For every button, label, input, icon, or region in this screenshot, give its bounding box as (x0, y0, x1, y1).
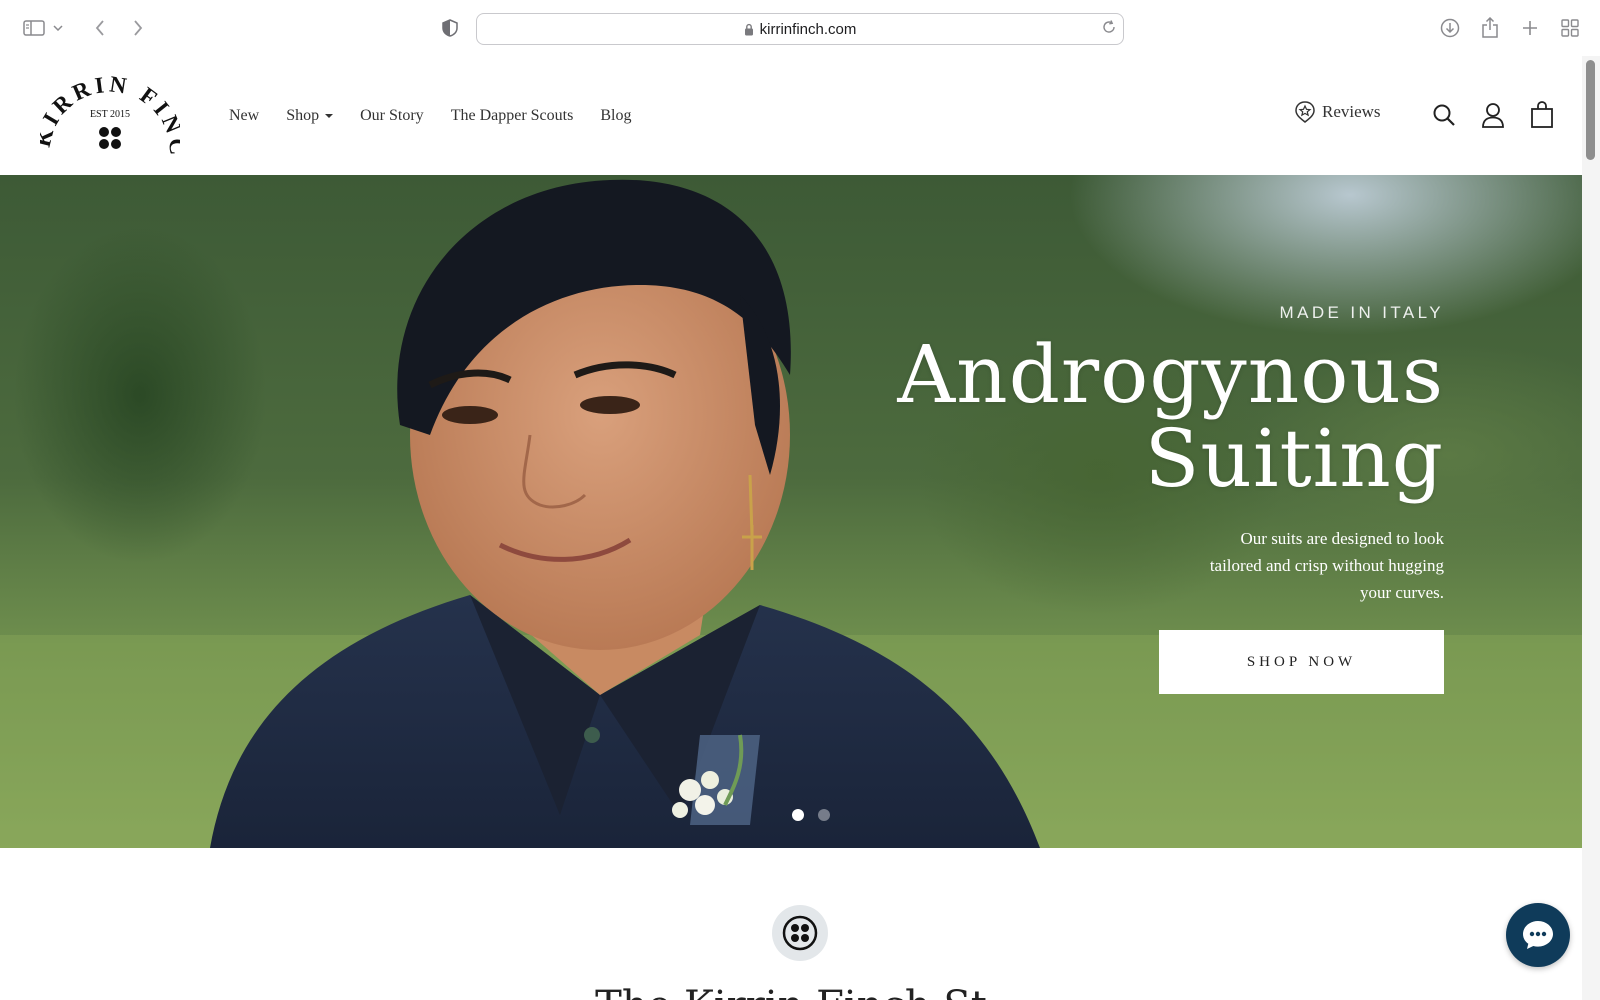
hero-subcopy: Our suits are designed to look tailored … (1209, 529, 1444, 602)
new-tab-icon[interactable] (1516, 14, 1544, 42)
account-icon[interactable] (1479, 100, 1507, 130)
section-title: The Kirrin Finch St (0, 982, 1582, 1000)
hero-headline: Androgynous Suiting (884, 333, 1444, 501)
lock-icon (744, 23, 754, 36)
hero-banner: MADE IN ITALY Androgynous Suiting Our su… (0, 175, 1582, 848)
svg-text:EST 2015: EST 2015 (90, 109, 130, 120)
nav-item-label: New (229, 106, 260, 124)
button-logo-icon (772, 905, 828, 961)
browser-toolbar: kirrinfinch.com (0, 0, 1600, 56)
reload-icon[interactable] (1101, 19, 1117, 39)
search-icon[interactable] (1430, 100, 1458, 130)
hero-eyebrow: MADE IN ITALY (1279, 303, 1444, 322)
chat-bubble-icon (1523, 921, 1553, 949)
address-bar[interactable]: kirrinfinch.com (476, 13, 1124, 45)
carousel-dot[interactable] (818, 809, 830, 821)
privacy-shield-icon[interactable] (436, 14, 464, 42)
hero-headline-line1: Androgynous (897, 328, 1444, 421)
nav-item-label: Shop (286, 106, 320, 124)
caret-down-icon (325, 113, 334, 118)
review-badge-icon (1295, 101, 1315, 123)
hero-headline-line2: Suiting (1144, 412, 1444, 505)
carousel-dots (792, 809, 830, 821)
nav-item-blog[interactable]: Blog (600, 107, 631, 125)
nav-item-label: The Dapper Scouts (450, 106, 574, 124)
tab-overview-icon[interactable] (1556, 14, 1584, 42)
shop-now-button[interactable]: SHOP NOW (1159, 630, 1444, 694)
reviews-label: Reviews (1322, 102, 1381, 121)
back-icon[interactable] (86, 14, 114, 42)
forward-icon[interactable] (124, 14, 152, 42)
nav-item-new[interactable]: New (229, 107, 259, 125)
shopping-bag-icon[interactable] (1528, 100, 1556, 130)
site-header: KIRRIN FINCH EST 2015 New Shop Our Story… (0, 54, 1582, 175)
sidebar-toggle-icon[interactable] (20, 14, 48, 42)
reviews-link[interactable]: Reviews (1294, 100, 1381, 124)
nav-item-label: Our Story (360, 106, 424, 124)
kirrin-finch-logo[interactable]: KIRRIN FINCH EST 2015 (29, 54, 186, 160)
nav-item-dapper-scouts[interactable]: The Dapper Scouts (451, 107, 574, 125)
url-text: kirrinfinch.com (759, 20, 857, 38)
carousel-dot[interactable] (792, 809, 804, 821)
main-nav: New Shop Our Story The Dapper Scouts Blo… (229, 56, 631, 175)
share-icon[interactable] (1476, 14, 1504, 42)
nav-item-label: Blog (600, 106, 632, 124)
scrollbar-track[interactable] (1582, 56, 1600, 1000)
download-icon[interactable] (1436, 14, 1464, 42)
chevron-down-icon[interactable] (48, 14, 68, 42)
nav-item-our-story[interactable]: Our Story (360, 107, 424, 125)
scrollbar-thumb[interactable] (1586, 60, 1595, 160)
chat-button[interactable] (1506, 903, 1570, 967)
nav-item-shop[interactable]: Shop (286, 106, 334, 125)
hero-copy: MADE IN ITALY Androgynous Suiting Our su… (884, 303, 1444, 694)
